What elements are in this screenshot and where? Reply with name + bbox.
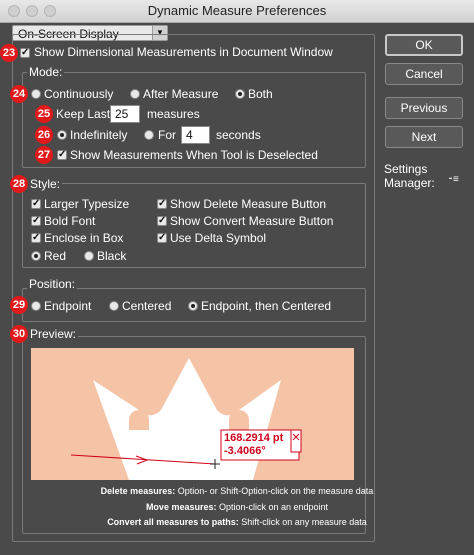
- show-delete-button-label: Show Delete Measure Button: [170, 197, 327, 211]
- close-window-button[interactable]: [8, 5, 20, 17]
- bold-font-checkbox[interactable]: ✓: [31, 216, 41, 226]
- next-button[interactable]: Next: [385, 126, 463, 148]
- preview-title: Preview:: [28, 327, 79, 341]
- show-delete-button-checkbox[interactable]: ✓: [157, 199, 167, 209]
- red-radio[interactable]: [31, 251, 41, 261]
- callout-badge-27: 27: [35, 146, 53, 164]
- hint-delete-measures: Delete measures: Option- or Shift-Option…: [100, 486, 374, 496]
- endpoint-radio[interactable]: [31, 301, 41, 311]
- both-label: Both: [248, 87, 273, 101]
- preview-canvas: 168.2914 pt -3.4066°: [31, 348, 354, 480]
- indefinitely-label: Indefinitely: [70, 128, 128, 142]
- crown-notch-left: [129, 410, 149, 430]
- endpoint-then-centered-radio[interactable]: [188, 301, 198, 311]
- crown-notch-right: [229, 410, 249, 430]
- settings-manager-label-2: Manager:: [384, 176, 435, 190]
- position-title: Position:: [27, 277, 78, 291]
- after-measure-label: After Measure: [143, 87, 219, 101]
- menu-icon[interactable]: ⁃≡: [448, 174, 459, 185]
- show-when-deselected-label: Show Measurements When Tool is Deselecte…: [70, 148, 318, 162]
- measure-angle-value[interactable]: -3.4066°: [224, 445, 266, 457]
- hint-convert-measures: Convert all measures to paths: Shift-cli…: [107, 517, 367, 527]
- show-dimensional-checkbox[interactable]: ✓: [20, 48, 30, 58]
- title-bar: Dynamic Measure Preferences: [0, 0, 474, 23]
- larger-typesize-checkbox[interactable]: ✓: [31, 199, 41, 209]
- callout-badge-29: 29: [10, 296, 28, 314]
- mode-title: Mode:: [27, 65, 65, 79]
- callout-badge-28: 28: [10, 175, 28, 193]
- centered-radio[interactable]: [109, 301, 119, 311]
- for-label: For: [158, 128, 176, 142]
- centered-label: Centered: [122, 299, 172, 313]
- previous-button[interactable]: Previous: [385, 97, 463, 119]
- callout-badge-25: 25: [35, 105, 53, 123]
- use-delta-symbol-label: Use Delta Symbol: [170, 231, 267, 245]
- for-radio[interactable]: [144, 130, 154, 140]
- callout-badge-23: 23: [0, 44, 18, 62]
- black-radio[interactable]: [84, 251, 94, 261]
- seconds-label: seconds: [216, 128, 261, 142]
- black-label: Black: [97, 249, 127, 263]
- show-convert-button-checkbox[interactable]: ✓: [157, 216, 167, 226]
- style-title: Style:: [28, 177, 63, 191]
- continuously-radio[interactable]: [31, 89, 41, 99]
- zoom-window-button[interactable]: [44, 5, 56, 17]
- endpoint-then-centered-label: Endpoint, then Centered: [201, 299, 332, 313]
- hint-move-measures: Move measures: Option-click on an endpoi…: [145, 502, 329, 512]
- measure-length-value[interactable]: 168.2914 pt: [224, 432, 283, 444]
- enclose-in-box-label: Enclose in Box: [44, 231, 124, 245]
- larger-typesize-label: Larger Typesize: [44, 197, 130, 211]
- preview-illustration: [70, 358, 302, 480]
- callout-badge-26: 26: [35, 126, 53, 144]
- settings-manager-label-1: Settings: [384, 162, 428, 176]
- cancel-button[interactable]: Cancel: [385, 63, 463, 85]
- red-label: Red: [44, 249, 67, 263]
- after-measure-radio[interactable]: [130, 89, 140, 99]
- for-seconds-input[interactable]: 4: [181, 126, 210, 144]
- show-dimensional-label: Show Dimensional Measurements in Documen…: [34, 45, 333, 59]
- indefinitely-radio[interactable]: [57, 130, 67, 140]
- continuously-label: Continuously: [44, 87, 114, 101]
- crown-shape: [93, 358, 281, 480]
- keep-last-label: Keep Last: [56, 107, 111, 121]
- show-convert-button-label: Show Convert Measure Button: [170, 214, 334, 228]
- use-delta-symbol-checkbox[interactable]: ✓: [157, 233, 167, 243]
- minimize-window-button[interactable]: [26, 5, 38, 17]
- measures-label: measures: [147, 107, 200, 121]
- callout-badge-30: 30: [10, 325, 28, 343]
- callout-badge-24: 24: [10, 85, 28, 103]
- enclose-in-box-checkbox[interactable]: ✓: [31, 233, 41, 243]
- measure-controls-box: [290, 429, 302, 453]
- keep-last-input[interactable]: 25: [110, 105, 140, 123]
- window-title: Dynamic Measure Preferences: [147, 3, 327, 18]
- show-when-deselected-checkbox[interactable]: ✓: [57, 150, 67, 160]
- both-radio[interactable]: [235, 89, 245, 99]
- bold-font-label: Bold Font: [44, 214, 96, 228]
- ok-button[interactable]: OK: [385, 34, 463, 56]
- endpoint-label: Endpoint: [44, 299, 92, 313]
